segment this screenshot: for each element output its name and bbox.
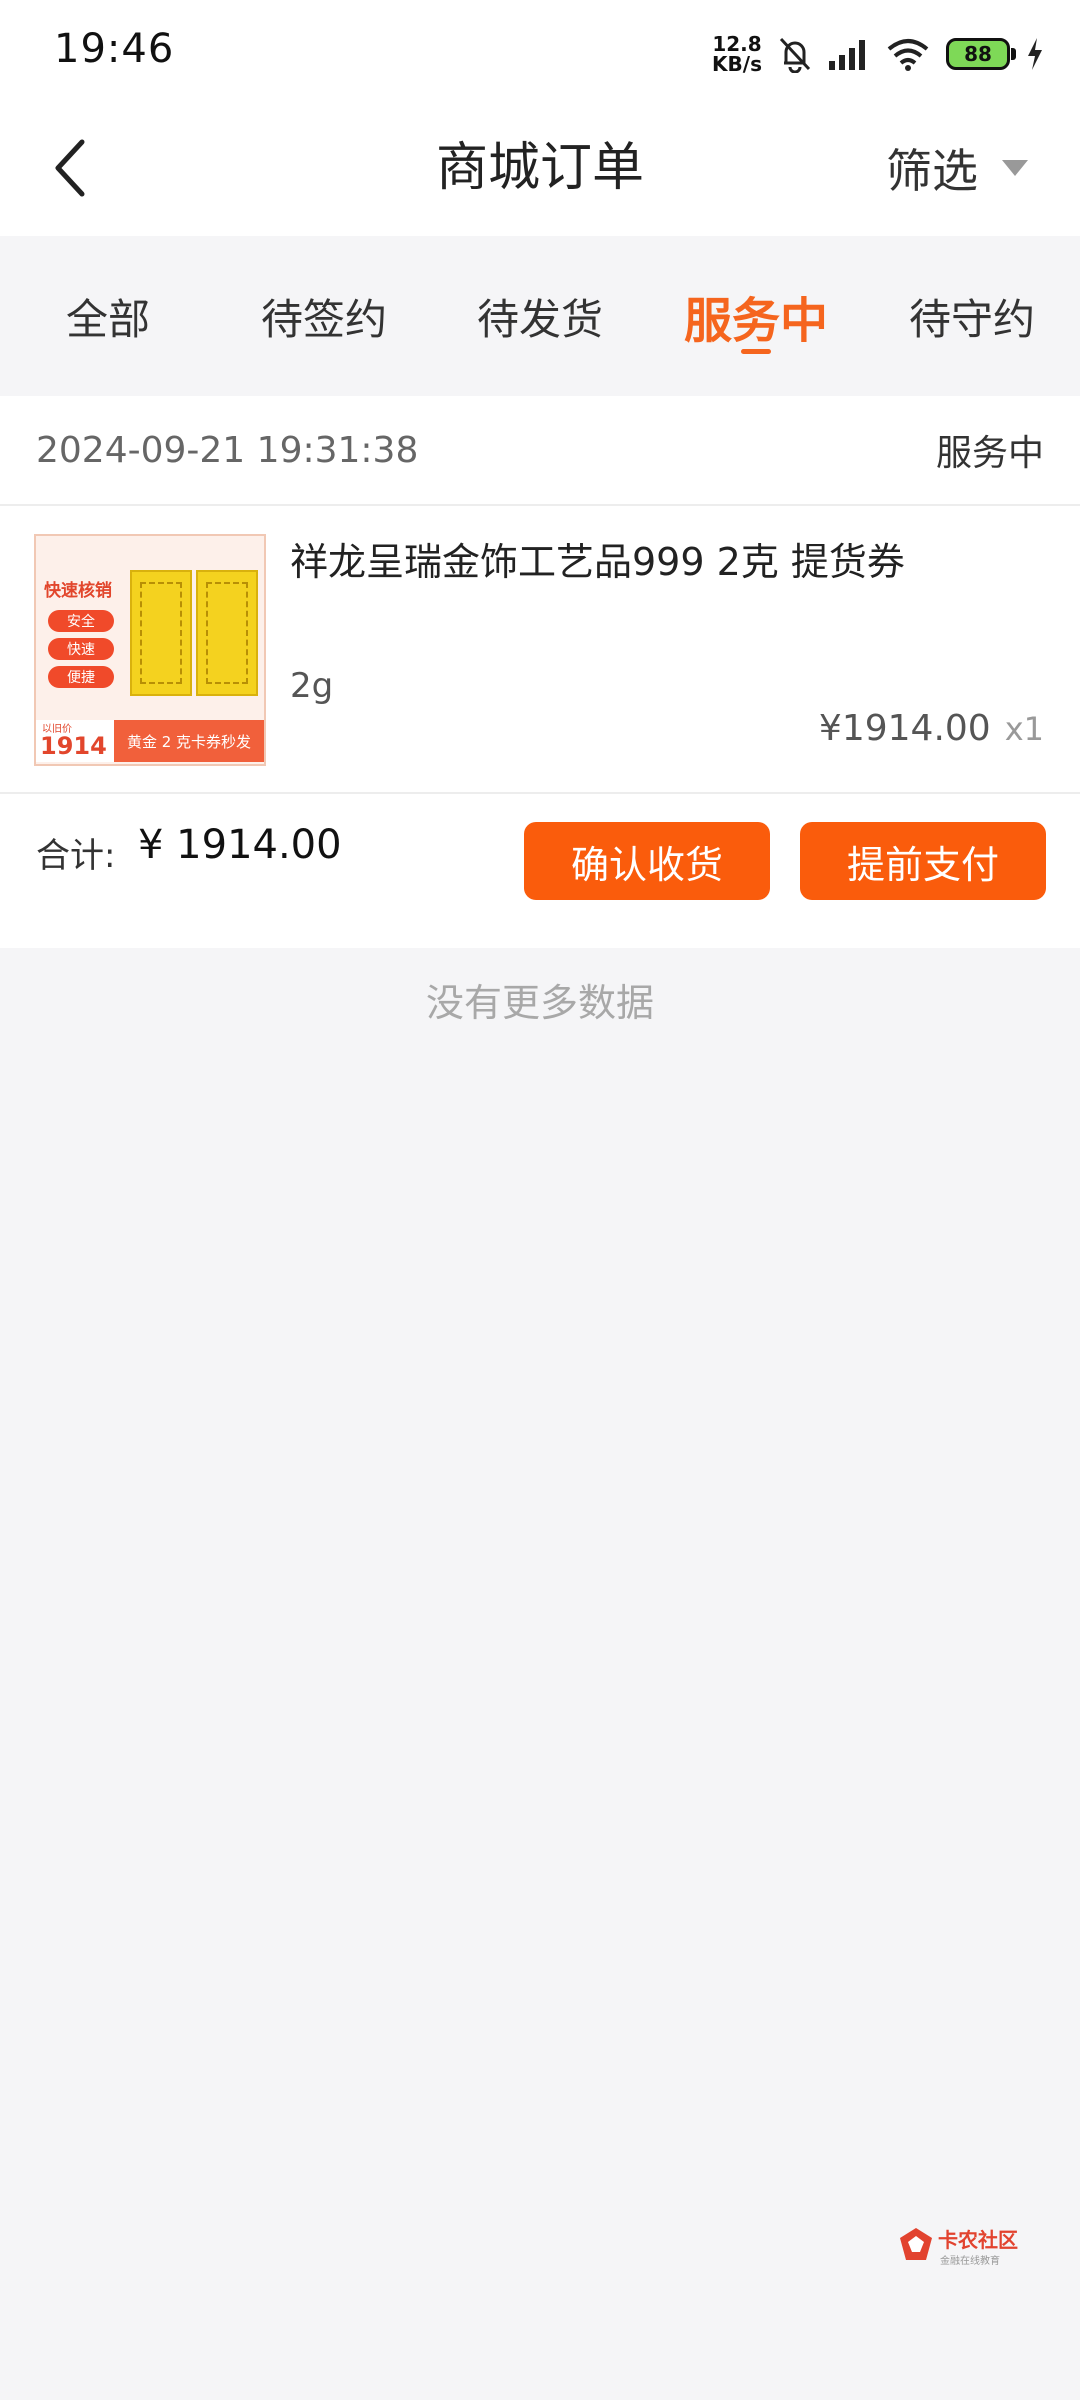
image-heading: 快速核销 bbox=[44, 581, 112, 601]
order-status-tabs: 全部 待签约 待发货 服务中 待守约 bbox=[0, 236, 1080, 396]
image-pill: 便捷 bbox=[48, 666, 114, 688]
product-image: 快速核销 安全 快速 便捷 以旧价 1914 黄金 2 克卡券秒发 bbox=[34, 534, 266, 766]
tab-label: 待守约 bbox=[908, 294, 1035, 344]
product-row[interactable]: 快速核销 安全 快速 便捷 以旧价 1914 黄金 2 克卡券秒发 祥龙呈瑞金饰… bbox=[0, 506, 1080, 794]
tab-all[interactable]: 全部 bbox=[0, 236, 216, 396]
product-name: 祥龙呈瑞金饰工艺品999 2克 提货券 bbox=[290, 540, 905, 584]
order-card: 2024-09-21 19:31:38 服务中 快速核销 安全 快速 便捷 以旧… bbox=[0, 396, 1080, 948]
gold-bar-front bbox=[130, 570, 192, 696]
status-icons: 12.8 KB/s 88 bbox=[712, 30, 1044, 78]
gold-bar-back bbox=[196, 570, 258, 696]
order-header: 2024-09-21 19:31:38 服务中 bbox=[0, 396, 1080, 506]
wifi-icon bbox=[887, 39, 929, 71]
gold-bar-pattern bbox=[206, 582, 248, 684]
watermark-logo bbox=[900, 2228, 932, 2260]
tab-label: 服务中 bbox=[683, 293, 828, 349]
triangle-down-icon bbox=[1002, 160, 1028, 176]
total-amount: ¥ 1914.00 bbox=[138, 822, 342, 868]
filter-label: 筛选 bbox=[886, 144, 978, 198]
order-status: 服务中 bbox=[935, 433, 1044, 474]
product-quantity: x1 bbox=[1004, 710, 1044, 748]
order-time: 2024-09-21 19:31:38 bbox=[36, 430, 419, 471]
battery-indicator: 88 bbox=[946, 38, 1016, 70]
tab-pending-keep[interactable]: 待守约 bbox=[864, 236, 1080, 396]
active-tab-indicator bbox=[741, 349, 771, 354]
tab-pending-shipment[interactable]: 待发货 bbox=[432, 236, 648, 396]
filter-button[interactable]: 筛选 bbox=[886, 128, 1030, 208]
header: 商城订单 筛选 bbox=[0, 104, 1080, 236]
image-pill: 安全 bbox=[48, 610, 114, 632]
tab-label: 全部 bbox=[65, 294, 150, 344]
tab-label: 待签约 bbox=[260, 294, 387, 344]
image-price-tag: 以旧价 1914 bbox=[36, 720, 116, 762]
tab-pending-sign[interactable]: 待签约 bbox=[216, 236, 432, 396]
product-price: ¥1914.00 bbox=[818, 708, 991, 749]
network-speed: 12.8 KB/s bbox=[712, 34, 762, 74]
product-spec: 2g bbox=[290, 666, 334, 706]
tab-in-service[interactable]: 服务中 bbox=[648, 236, 864, 396]
confirm-receipt-button[interactable]: 确认收货 bbox=[524, 822, 770, 900]
image-pill: 快速 bbox=[48, 638, 114, 660]
status-bar: 19:46 12.8 KB/s 88 bbox=[0, 0, 1080, 104]
network-speed-unit: KB/s bbox=[712, 52, 762, 76]
product-price-group: ¥1914.00 x1 bbox=[819, 708, 1044, 749]
watermark-subtext: 金融在线教育 bbox=[940, 2256, 1000, 2267]
pay-early-button[interactable]: 提前支付 bbox=[800, 822, 1046, 900]
bell-off-icon bbox=[779, 37, 811, 73]
watermark-text: 卡农社区 bbox=[938, 2228, 1018, 2252]
status-time: 19:46 bbox=[54, 26, 175, 72]
total-label: 合计: bbox=[36, 836, 116, 876]
no-more-data-text: 没有更多数据 bbox=[425, 981, 654, 1025]
image-banner: 黄金 2 克卡券秒发 bbox=[114, 720, 264, 762]
tab-label: 待发货 bbox=[476, 294, 603, 344]
image-price: 1914 bbox=[40, 732, 107, 760]
watermark: 卡农社区 金融在线教育 bbox=[898, 2222, 1038, 2280]
gold-bar-pattern bbox=[140, 582, 182, 684]
network-speed-value: 12.8 bbox=[712, 32, 762, 56]
order-footer: 合计: ¥ 1914.00 确认收货 提前支付 bbox=[0, 794, 1080, 948]
lightning-icon bbox=[1028, 38, 1042, 70]
signal-icon bbox=[829, 40, 865, 70]
